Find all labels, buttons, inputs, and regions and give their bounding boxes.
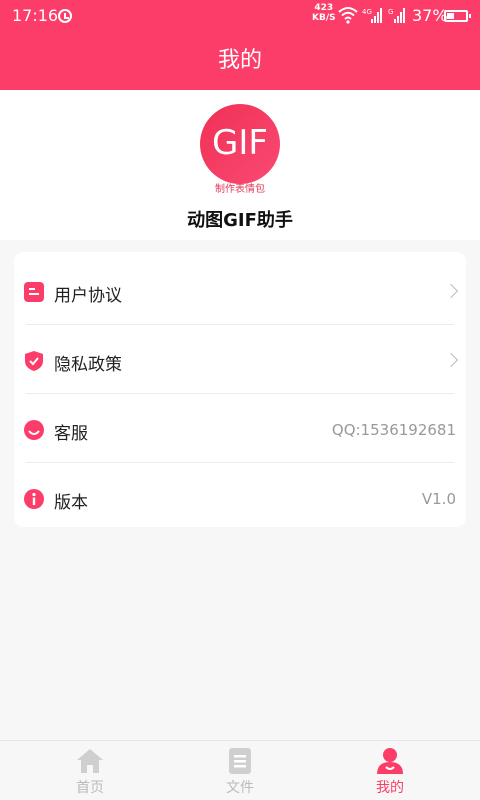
user-icon xyxy=(377,748,403,774)
tab-label: 我的 xyxy=(376,780,404,796)
tab-label: 文件 xyxy=(226,780,254,796)
page-title: 我的 xyxy=(217,48,262,73)
tab-home[interactable]: 首页 xyxy=(10,741,170,800)
logo-caption: 制作表情包 xyxy=(215,182,265,195)
menu-item-user-agreement[interactable]: 用户协议 xyxy=(14,257,466,325)
smile-icon xyxy=(24,420,44,440)
menu-item-label: 隐私政策 xyxy=(54,355,122,375)
menu-item-label: 客服 xyxy=(54,424,88,444)
signal-1-label: 4G xyxy=(362,8,372,16)
profile-section: GIF 制作表情包 动图GIF助手 xyxy=(0,90,480,240)
divider xyxy=(26,462,454,463)
shield-icon xyxy=(25,351,43,371)
tab-files[interactable]: 文件 xyxy=(160,741,320,800)
divider xyxy=(26,324,454,325)
tab-label: 首页 xyxy=(76,780,104,796)
menu-item-label: 版本 xyxy=(54,493,88,513)
file-icon xyxy=(229,748,251,774)
tab-mine[interactable]: 我的 xyxy=(310,741,470,800)
document-icon xyxy=(24,282,44,302)
signal-2-label: G xyxy=(388,8,393,16)
network-speed-unit: KB/S xyxy=(312,13,336,23)
version-value: V1.0 xyxy=(421,490,456,508)
alarm-icon xyxy=(58,9,72,23)
signal-icon-2: G xyxy=(388,8,405,23)
status-bar: 17:16 423 KB/S 4G G 37% xyxy=(0,0,480,32)
status-time: 17:16 xyxy=(12,6,59,25)
app-logo: GIF 制作表情包 xyxy=(200,104,280,195)
menu-item-label: 用户协议 xyxy=(54,286,122,306)
divider xyxy=(26,393,454,394)
chevron-right-icon xyxy=(443,352,459,368)
menu-item-version: 版本 V1.0 xyxy=(14,464,466,532)
customer-service-qq: QQ:1536192681 xyxy=(331,421,456,439)
network-speed-value: 423 xyxy=(314,3,334,13)
battery-percent: 37% xyxy=(412,6,448,25)
app-bar: 我的 xyxy=(0,32,480,90)
logo-text: GIF xyxy=(212,123,268,163)
menu-item-privacy-policy[interactable]: 隐私政策 xyxy=(14,326,466,394)
info-icon xyxy=(24,489,44,509)
battery-icon xyxy=(444,10,471,22)
wifi-icon xyxy=(338,7,358,24)
app-name: 动图GIF助手 xyxy=(187,210,293,231)
settings-card: 用户协议 隐私政策 客服 QQ:1536192681 版本 V1.0 xyxy=(14,252,466,527)
network-speed: 423 KB/S xyxy=(312,3,336,23)
menu-item-customer-service[interactable]: 客服 QQ:1536192681 xyxy=(14,395,466,463)
chevron-right-icon xyxy=(443,283,459,299)
home-icon xyxy=(77,749,103,773)
bottom-tab-bar: 首页 文件 我的 xyxy=(0,740,480,800)
signal-icon-1: 4G xyxy=(362,8,382,23)
